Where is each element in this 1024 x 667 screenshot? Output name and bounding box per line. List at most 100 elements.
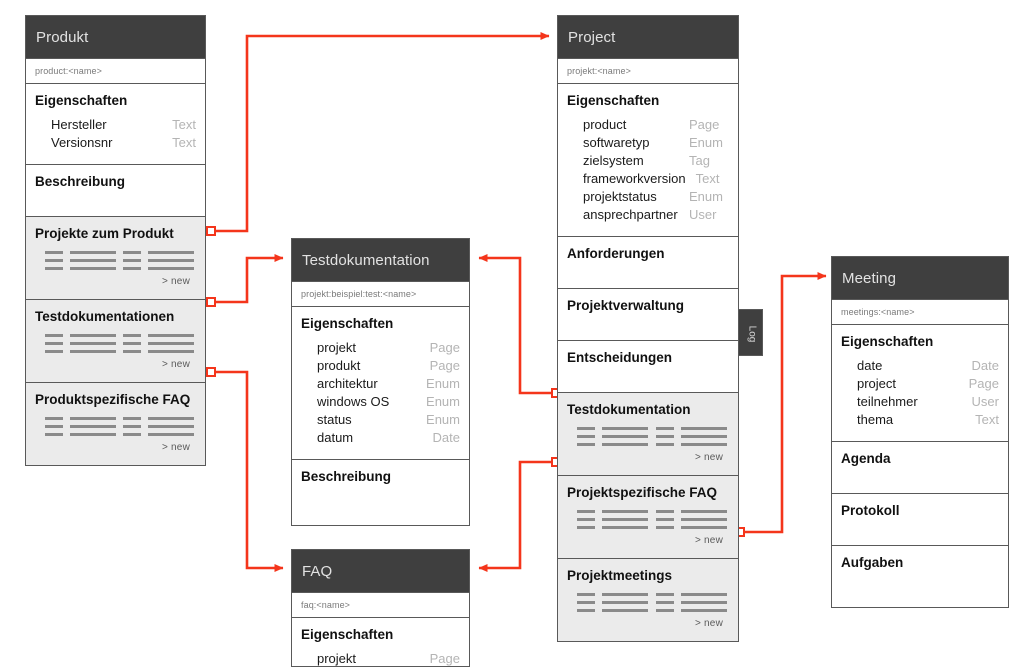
section-anforderungen[interactable]: Anforderungen — [558, 236, 738, 289]
section-projektverwaltung[interactable]: Projektverwaltung — [558, 288, 738, 341]
section-eigenschaften[interactable]: Eigenschaften projekt Page produkt Page … — [292, 307, 469, 460]
property-name: date — [857, 357, 883, 373]
section-entscheidungen[interactable]: Entscheidungen — [558, 340, 738, 393]
section-projektmeetings[interactable]: Projektmeetings > new — [558, 558, 738, 641]
property-row: architektur Enum — [301, 375, 460, 393]
new-link[interactable]: > new — [567, 452, 729, 463]
section-title: Eigenschaften — [567, 93, 660, 108]
property-type: User — [971, 393, 999, 409]
entity-card-produkt[interactable]: Produkt product:<name> Eigenschaften Her… — [25, 15, 206, 466]
property-name: softwaretyp — [583, 134, 650, 150]
card-title-faq: FAQ — [292, 550, 469, 592]
section-protokoll[interactable]: Protokoll — [832, 493, 1008, 546]
property-row: status Enum — [301, 411, 460, 429]
section-title: Projektverwaltung — [567, 297, 685, 313]
property-type: Enum — [426, 375, 460, 391]
card-title-project: Project — [558, 16, 738, 58]
card-path-faq: faq:<name> — [292, 592, 469, 618]
card-title-produkt: Produkt — [26, 16, 205, 58]
entity-card-meeting[interactable]: Meeting meetings:<name> Eigenschaften da… — [831, 256, 1009, 608]
section-title: Testdokumentationen — [35, 308, 175, 324]
property-name: project — [857, 375, 897, 391]
property-name: projektstatus — [583, 188, 657, 204]
property-row: Hersteller Text — [35, 116, 196, 134]
section-eigenschaften[interactable]: Eigenschaften projekt Page produkt Page — [292, 618, 469, 666]
property-row: project Page — [841, 375, 999, 393]
section-eigenschaften[interactable]: Eigenschaften Hersteller Text Versionsnr… — [26, 84, 205, 165]
property-list: projekt Page produkt Page architektur En… — [301, 339, 460, 447]
new-link[interactable]: > new — [35, 276, 196, 287]
section-title: Testdokumentation — [567, 401, 691, 417]
section-title: Eigenschaften — [301, 627, 394, 642]
section-projekte-zum-produkt[interactable]: Projekte zum Produkt > new — [26, 216, 205, 300]
property-type: Text — [695, 170, 720, 186]
section-title: Agenda — [841, 450, 891, 466]
property-name: thema — [857, 411, 894, 427]
property-type: Enum — [426, 393, 460, 409]
new-link[interactable]: > new — [35, 359, 196, 370]
property-type: Enum — [689, 134, 723, 150]
section-agenda[interactable]: Agenda — [832, 441, 1008, 494]
entity-card-project[interactable]: Project projekt:<name> Eigenschaften pro… — [557, 15, 739, 642]
card-path-meeting: meetings:<name> — [832, 299, 1008, 325]
property-type: Tag — [689, 152, 710, 168]
property-row: Versionsnr Text — [35, 134, 196, 152]
property-type: Date — [432, 429, 460, 445]
log-tab-label: Log — [746, 325, 757, 342]
property-type: Page — [429, 650, 460, 666]
card-title-meeting: Meeting — [832, 257, 1008, 299]
property-row: produkt Page — [301, 357, 460, 375]
section-beschreibung[interactable]: Beschreibung — [292, 459, 469, 525]
property-name: teilnehmer — [857, 393, 918, 409]
property-list: product Page softwaretyp Enum zielsystem… — [567, 116, 729, 224]
connector-produkt-projekte-to-project — [211, 32, 550, 233]
property-row: date Date — [841, 357, 999, 375]
entity-card-testdokumentation[interactable]: Testdokumentation projekt:beispiel:test:… — [291, 238, 470, 526]
section-projektspezifische-faq[interactable]: Projektspezifische FAQ > new — [558, 475, 738, 559]
property-list: Hersteller Text Versionsnr Text — [35, 116, 196, 152]
list-placeholder — [577, 426, 728, 446]
property-name: windows OS — [317, 393, 390, 409]
section-eigenschaften[interactable]: Eigenschaften date Date project Page tei… — [832, 325, 1008, 442]
section-title: Aufgaben — [841, 554, 904, 570]
diagram-canvas: Produkt product:<name> Eigenschaften Her… — [0, 0, 1024, 667]
section-title: Beschreibung — [35, 173, 126, 189]
section-testdokumentation[interactable]: Testdokumentation > new — [558, 392, 738, 476]
new-link[interactable]: > new — [567, 535, 729, 546]
list-placeholder — [577, 509, 728, 529]
property-row: projekt Page — [301, 650, 460, 666]
connector-produkt-faq-to-faq — [211, 370, 284, 572]
section-title: Protokoll — [841, 502, 900, 518]
section-title: Projektmeetings — [567, 567, 673, 583]
entity-card-faq[interactable]: FAQ faq:<name> Eigenschaften projekt Pag… — [291, 549, 470, 667]
property-row: softwaretyp Enum — [567, 134, 729, 152]
property-type: Enum — [689, 188, 723, 204]
section-aufgaben[interactable]: Aufgaben — [832, 545, 1008, 607]
property-name: projekt — [317, 650, 357, 666]
property-row: projekt Page — [301, 339, 460, 357]
property-row: zielsystem Tag — [567, 152, 729, 170]
property-row: teilnehmer User — [841, 393, 999, 411]
section-produktspezifische-faq[interactable]: Produktspezifische FAQ > new — [26, 382, 205, 465]
property-name: product — [583, 116, 627, 132]
property-name: produkt — [317, 357, 361, 373]
property-type: Page — [429, 357, 460, 373]
property-type: Text — [172, 116, 196, 132]
card-path-testdokumentation: projekt:beispiel:test:<name> — [292, 281, 469, 307]
connector-anchor — [206, 367, 216, 377]
section-eigenschaften[interactable]: Eigenschaften product Page softwaretyp E… — [558, 84, 738, 237]
section-beschreibung[interactable]: Beschreibung — [26, 164, 205, 217]
section-title: Entscheidungen — [567, 349, 673, 365]
property-name: Versionsnr — [51, 134, 113, 150]
property-type: Text — [975, 411, 999, 427]
log-tab[interactable]: Log — [739, 309, 763, 356]
property-type: User — [689, 206, 717, 222]
property-name: architektur — [317, 375, 378, 391]
new-link[interactable]: > new — [567, 618, 729, 629]
section-testdokumentationen[interactable]: Testdokumentationen > new — [26, 299, 205, 383]
property-type: Text — [172, 134, 196, 150]
new-link[interactable]: > new — [35, 442, 196, 453]
connector-anchor — [206, 226, 216, 236]
list-placeholder — [45, 250, 194, 270]
card-path-project: projekt:<name> — [558, 58, 738, 84]
